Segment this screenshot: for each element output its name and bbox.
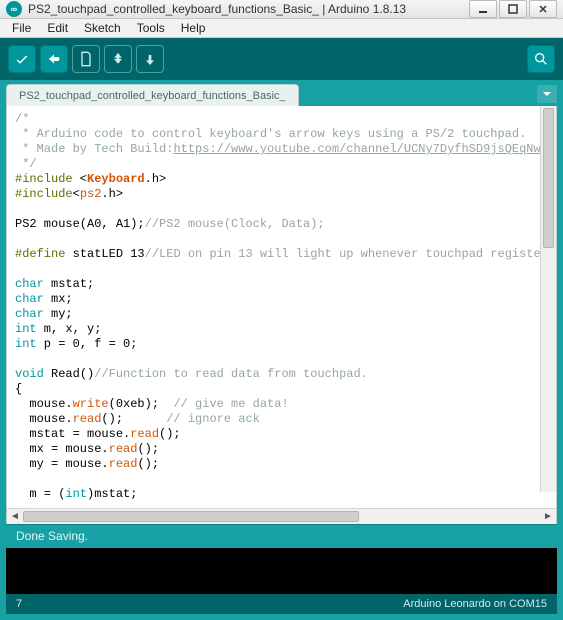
menu-file[interactable]: File xyxy=(4,19,39,37)
toolbar xyxy=(0,38,563,80)
code-text: ps2 xyxy=(80,187,102,201)
code-text: * Arduino code to control keyboard's arr… xyxy=(15,127,526,141)
code-text: mouse. xyxy=(15,412,73,426)
code-text: statLED 13 xyxy=(65,247,144,261)
status-bar: Done Saving. xyxy=(6,524,557,548)
upload-button[interactable] xyxy=(40,45,68,73)
menu-tools[interactable]: Tools xyxy=(129,19,173,37)
code-text: #include xyxy=(15,172,73,186)
horizontal-scroll-thumb[interactable] xyxy=(23,511,359,522)
menu-sketch[interactable]: Sketch xyxy=(76,19,129,37)
code-text: #include xyxy=(15,187,73,201)
code-text: .h> xyxy=(145,172,167,186)
scroll-left-button[interactable]: ◄ xyxy=(7,509,23,525)
code-text: mstat; xyxy=(44,277,94,291)
code-text: Read() xyxy=(44,367,94,381)
code-text: int xyxy=(15,337,37,351)
menubar: File Edit Sketch Tools Help xyxy=(0,19,563,38)
code-text: read xyxy=(109,457,138,471)
code-text: < xyxy=(73,187,80,201)
code-text: my; xyxy=(44,307,73,321)
sketch-tab[interactable]: PS2_touchpad_controlled_keyboard_functio… xyxy=(6,84,299,106)
console-output[interactable] xyxy=(6,548,557,594)
code-text: Keyboard xyxy=(87,172,145,186)
tab-menu-button[interactable] xyxy=(537,85,557,103)
code-link[interactable]: https://www.youtube.com/channel/UCNy7Dyf… xyxy=(173,142,556,156)
code-text: int xyxy=(15,322,37,336)
code-text: char xyxy=(15,277,44,291)
maximize-button[interactable] xyxy=(499,0,527,18)
code-text: p = 0, f = 0; xyxy=(37,337,138,351)
code-text: * Made by Tech Build: xyxy=(15,142,173,156)
code-text: read xyxy=(109,442,138,456)
new-button[interactable] xyxy=(72,45,100,73)
code-text: write xyxy=(73,397,109,411)
footer-bar: 7 Arduino Leonardo on COM15 xyxy=(6,594,557,614)
code-text: (); xyxy=(159,427,181,441)
code-text: // ignore ack xyxy=(166,412,260,426)
tabstrip: PS2_touchpad_controlled_keyboard_functio… xyxy=(0,80,563,106)
code-text: .h> xyxy=(101,187,123,201)
code-text: int xyxy=(65,487,87,501)
scroll-right-button[interactable]: ► xyxy=(540,509,556,525)
code-text: < xyxy=(73,172,87,186)
code-area[interactable]: /* * Arduino code to control keyboard's … xyxy=(7,106,556,508)
code-text: )mstat; xyxy=(87,487,137,501)
code-text: // give me data! xyxy=(173,397,288,411)
code-text: mstat = mouse. xyxy=(15,427,130,441)
window-titlebar: ∞ PS2_touchpad_controlled_keyboard_funct… xyxy=(0,0,563,19)
code-text: m = ( xyxy=(15,487,65,501)
code-text: my = mouse. xyxy=(15,457,109,471)
code-text: //LED on pin 13 will light up whenever t… xyxy=(145,247,556,261)
close-button[interactable] xyxy=(529,0,557,18)
editor-scroll[interactable]: /* * Arduino code to control keyboard's … xyxy=(7,106,556,508)
verify-button[interactable] xyxy=(8,45,36,73)
code-text: #define xyxy=(15,247,65,261)
code-text: */ xyxy=(15,157,37,171)
code-text: read xyxy=(130,427,159,441)
save-button[interactable] xyxy=(136,45,164,73)
code-text: (); xyxy=(137,457,159,471)
code-text: read xyxy=(73,412,102,426)
code-text: char xyxy=(15,292,44,306)
status-text: Done Saving. xyxy=(16,529,88,543)
open-button[interactable] xyxy=(104,45,132,73)
horizontal-scrollbar[interactable]: ◄ ► xyxy=(7,508,556,524)
code-text: PS2 mouse(A0, A1); xyxy=(15,217,145,231)
menu-help[interactable]: Help xyxy=(173,19,214,37)
code-text: (0xeb); xyxy=(109,397,174,411)
editor: /* * Arduino code to control keyboard's … xyxy=(6,106,557,524)
code-text: char xyxy=(15,307,44,321)
window-title: PS2_touchpad_controlled_keyboard_functio… xyxy=(28,2,463,16)
vertical-scroll-thumb[interactable] xyxy=(543,108,554,248)
code-text: m, x, y; xyxy=(37,322,102,336)
code-text: { xyxy=(15,382,22,396)
vertical-scrollbar[interactable] xyxy=(540,106,556,492)
arduino-app-icon: ∞ xyxy=(6,1,22,17)
code-text: mouse. xyxy=(15,397,73,411)
code-text: //PS2 mouse(Clock, Data); xyxy=(145,217,325,231)
code-text: (); xyxy=(137,442,159,456)
code-text: //Function to read data from touchpad. xyxy=(94,367,368,381)
code-text: mx; xyxy=(44,292,73,306)
code-text: mx = mouse. xyxy=(15,442,109,456)
menu-edit[interactable]: Edit xyxy=(39,19,76,37)
code-text: (); xyxy=(101,412,166,426)
minimize-button[interactable] xyxy=(469,0,497,18)
code-text: void xyxy=(15,367,44,381)
serial-monitor-button[interactable] xyxy=(527,45,555,73)
code-text: /* xyxy=(15,112,29,126)
